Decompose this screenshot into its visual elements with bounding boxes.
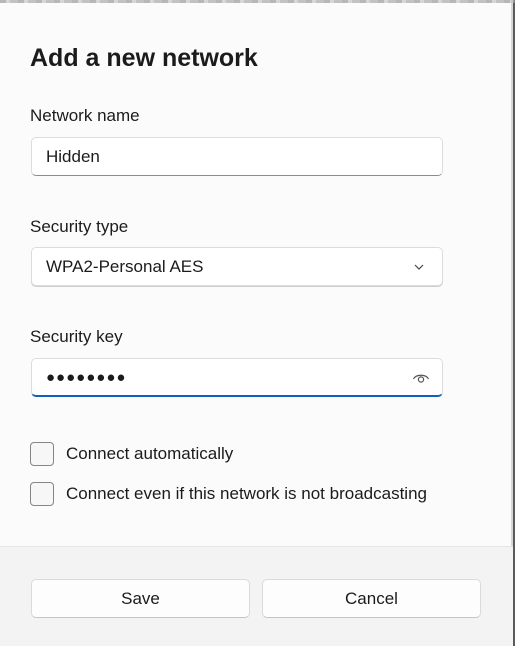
- security-type-label: Security type: [30, 217, 129, 236]
- security-key-input[interactable]: ●●●●●●●●: [31, 358, 443, 397]
- dialog-title: Add a new network: [30, 44, 258, 72]
- reveal-password-eye-icon[interactable]: [412, 371, 430, 385]
- security-type-dropdown[interactable]: WPA2-Personal AES: [31, 247, 443, 286]
- network-name-input[interactable]: Hidden: [31, 137, 443, 176]
- connect-not-broadcasting-label: Connect even if this network is not broa…: [66, 484, 427, 503]
- security-key-value: ●●●●●●●●: [46, 368, 127, 386]
- save-button[interactable]: Save: [31, 579, 250, 618]
- cancel-button[interactable]: Cancel: [262, 579, 481, 618]
- add-network-dialog: Add a new network Network name Hidden Se…: [0, 0, 515, 646]
- network-name-label: Network name: [30, 106, 140, 125]
- network-name-value: Hidden: [46, 146, 100, 166]
- connect-automatically-label: Connect automatically: [66, 444, 234, 463]
- connect-automatically-checkbox[interactable]: [30, 442, 54, 466]
- security-type-value: WPA2-Personal AES: [46, 256, 204, 276]
- background-window-edge: [0, 0, 515, 3]
- connect-not-broadcasting-checkbox[interactable]: [30, 482, 54, 506]
- connect-not-broadcasting-option[interactable]: Connect even if this network is not broa…: [30, 482, 427, 506]
- dialog-footer: Save Cancel: [0, 546, 513, 646]
- security-key-label: Security key: [30, 327, 123, 346]
- connect-automatically-option[interactable]: Connect automatically: [30, 442, 233, 466]
- chevron-down-icon: [414, 264, 424, 270]
